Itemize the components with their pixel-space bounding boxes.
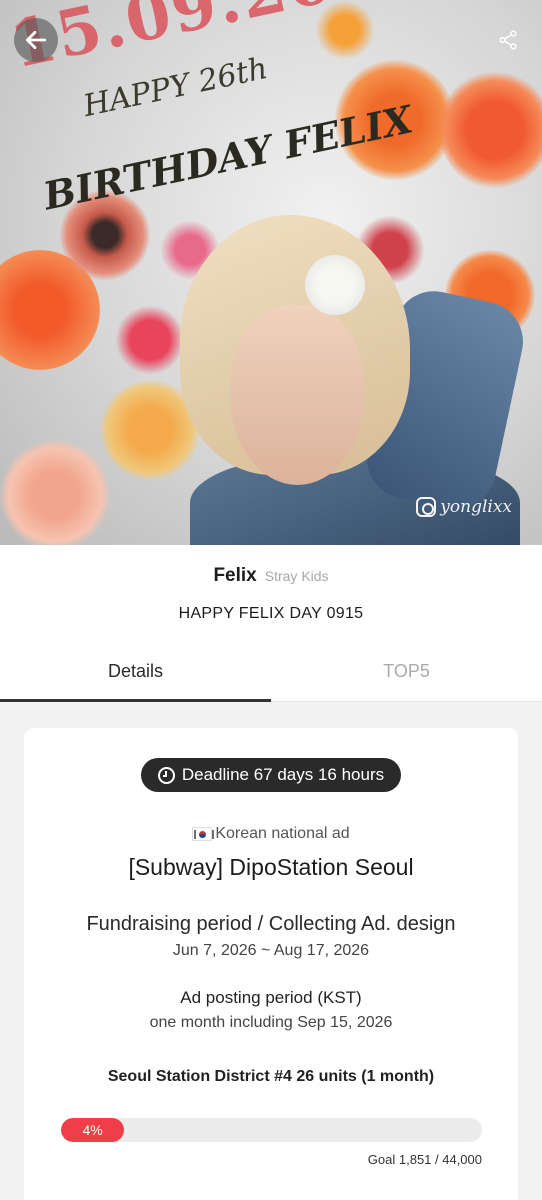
fundraising-dates: Jun 7, 2026 ~ Aug 17, 2026 xyxy=(172,942,370,959)
progress-label: 4% xyxy=(82,1122,103,1138)
hero-image: 15.09.2000 HAPPY 26th BIRTHDAY FELIX yon… xyxy=(0,0,542,545)
flower-decoration xyxy=(440,70,542,190)
posting-period-desc: one month including Sep 15, 2026 xyxy=(149,1014,393,1031)
artist-info: Felix Stray Kids HAPPY FELIX DAY 0915 xyxy=(0,545,542,645)
clock-icon xyxy=(157,766,175,784)
ad-location: [Subway] DipoStation Seoul xyxy=(128,854,414,880)
ad-type-text: Korean national ad xyxy=(215,825,350,842)
tab-top5[interactable]: TOP5 xyxy=(271,645,542,701)
arrow-left-icon xyxy=(25,31,47,49)
fundraising-period-title: Fundraising period / Collecting Ad. desi… xyxy=(86,913,456,935)
progress-fill: 4% xyxy=(61,1118,125,1142)
share-button[interactable] xyxy=(494,26,522,54)
artist-group: Stray Kids xyxy=(264,568,329,584)
watermark-text: yonglixx xyxy=(440,497,512,517)
artist-name[interactable]: Felix xyxy=(213,565,256,587)
details-card: Deadline 67 days 16 hours Korean nationa… xyxy=(24,728,518,1200)
ad-type: Korean national ad xyxy=(24,825,518,843)
ad-district: Seoul Station District #4 26 units (1 mo… xyxy=(107,1068,435,1085)
back-button[interactable] xyxy=(14,18,58,62)
tab-details[interactable]: Details xyxy=(0,645,271,702)
goal-text: Goal 1,851 / 44,000 xyxy=(367,1152,482,1167)
portrait-figure xyxy=(170,215,531,545)
event-title: HAPPY FELIX DAY 0915 xyxy=(178,605,364,622)
posting-period-title: Ad posting period (KST) xyxy=(180,988,362,1007)
hero-watermark: yonglixx xyxy=(416,497,512,517)
tab-bar: Details TOP5 xyxy=(0,645,542,702)
instagram-icon xyxy=(416,497,437,517)
korea-flag-icon xyxy=(192,827,215,841)
deadline-text: Deadline 67 days 16 hours xyxy=(181,765,385,784)
flower-decoration xyxy=(0,440,110,545)
share-icon xyxy=(499,30,517,50)
deadline-badge: Deadline 67 days 16 hours xyxy=(141,758,401,792)
funding-progress-bar: 4% xyxy=(61,1118,482,1142)
